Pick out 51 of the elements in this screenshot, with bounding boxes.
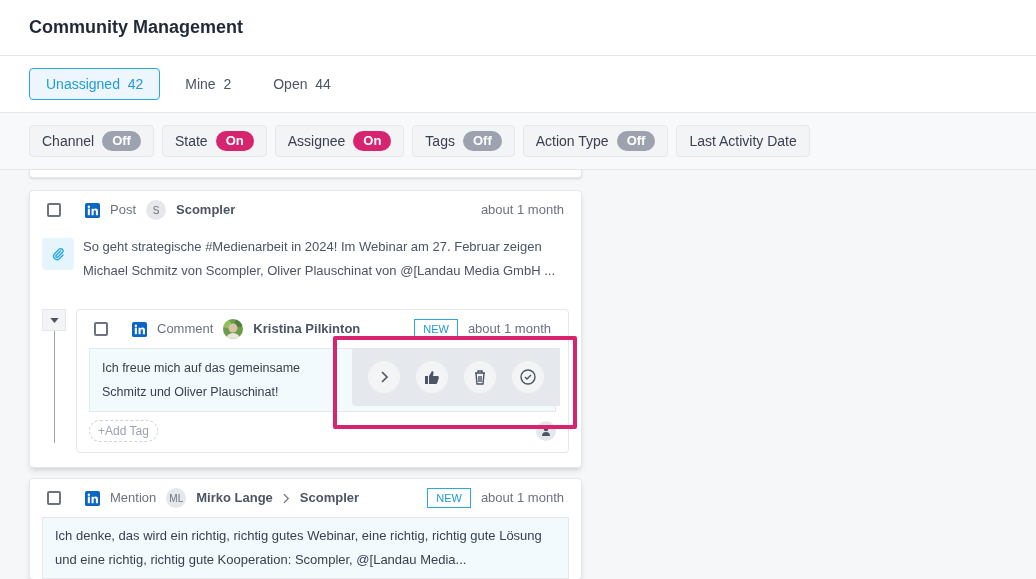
target-name: Scompler: [299, 489, 360, 508]
item-type: Comment: [157, 320, 214, 339]
new-badge: NEW: [414, 319, 458, 339]
checkbox[interactable]: [94, 322, 108, 336]
author-name: Scompler: [176, 201, 236, 220]
filter-button[interactable]: State On: [161, 125, 267, 157]
chevron-right-icon: [282, 492, 290, 504]
action-button[interactable]: [512, 361, 544, 393]
avatar: S: [146, 200, 166, 220]
comment-text: Schmitz und Oliver Plauschinat!: [102, 384, 279, 401]
timestamp: about 1 month: [467, 320, 551, 339]
page-title: Community Management: [29, 16, 244, 39]
mention-text: Ich denke, das wird ein richtig, richtig gutes Webinar, eine richtig, richtig gute Lösung und eine richtig, richtig gute Kooperation: Scompler, @[Landau Media...: [55, 527, 543, 569]
filter-label: Action Type: [535, 131, 609, 151]
filter-label: State: [174, 131, 208, 151]
filter-button[interactable]: Tags Off: [412, 125, 515, 157]
filter-label: Assignee: [287, 131, 346, 151]
thumbs-up-icon: [423, 368, 441, 386]
filter-button[interactable]: Action Type Off: [522, 125, 669, 157]
filter-label: Tags: [425, 131, 455, 151]
action-button[interactable]: [464, 361, 496, 393]
person-icon: [541, 426, 551, 436]
linkedin-icon: [85, 490, 100, 506]
caret-down-icon: [49, 317, 59, 323]
paperclip-icon: [51, 247, 65, 261]
linkedin-icon: [132, 321, 147, 337]
comment-text: Ich freue mich auf das gemeinsame: [102, 360, 301, 377]
toggle-pill[interactable]: On: [215, 131, 254, 151]
tab[interactable]: Mine 2: [168, 68, 249, 100]
timestamp: about 1 month: [480, 201, 564, 220]
linkedin-icon: [85, 202, 100, 218]
checkbox[interactable]: [47, 491, 61, 505]
action-button[interactable]: [416, 361, 448, 393]
expand-toggle[interactable]: [42, 309, 66, 331]
author-name: Mirko Lange: [196, 489, 273, 508]
timestamp: about 1 month: [480, 489, 564, 508]
toggle-pill[interactable]: On: [353, 131, 392, 151]
post-text: So geht strategische #Medienarbeit in 2024! Im Webinar am 27. Februar zeigen Michael Schmitz von Scompler, Oliver Plauschinat von @[Landau Media GmbH ...: [83, 238, 556, 280]
new-badge: NEW: [427, 488, 471, 508]
check-circle-icon: [519, 368, 537, 386]
item-type: Post: [110, 201, 136, 220]
filter-label: Channel: [42, 131, 95, 151]
author-name: Kristina Pilkinton: [253, 320, 361, 339]
checkbox[interactable]: [47, 203, 61, 217]
tab[interactable]: Open 44: [256, 68, 348, 100]
filter-button[interactable]: Assignee On: [274, 125, 405, 157]
avatar: ML: [166, 488, 187, 508]
filter-button[interactable]: Channel Off: [29, 125, 154, 157]
filter-button[interactable]: Last Activity Date: [676, 125, 810, 157]
filter-label: Last Activity Date: [689, 131, 797, 151]
item-type: Mention: [110, 489, 157, 508]
